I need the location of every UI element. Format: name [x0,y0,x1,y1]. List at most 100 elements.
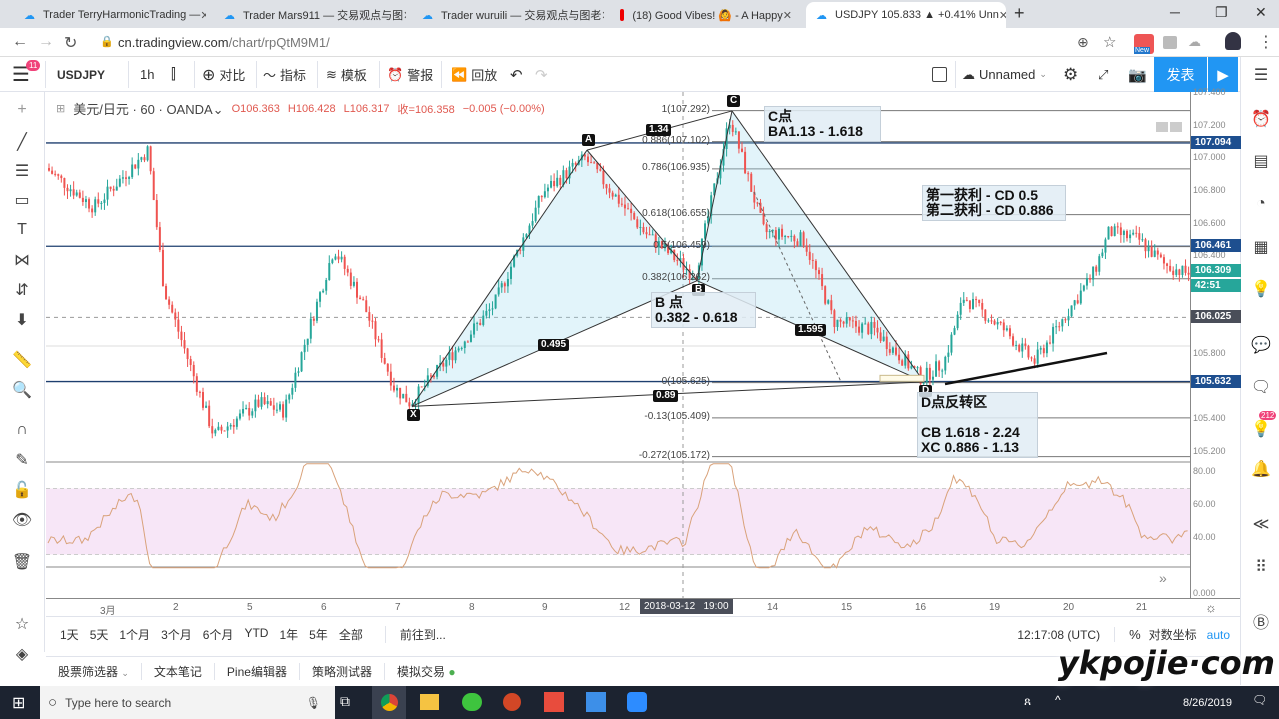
taskbar-search-input[interactable]: ○ Type here to search 🎙 [40,686,335,719]
chats-icon[interactable]: 💬 [1249,333,1273,357]
note-d-reversal-zone[interactable]: D点反转区 CB 1.618 - 2.24 XC 0.886 - 1.13 [917,392,1038,458]
close-tab-icon[interactable]: ✕ [403,9,406,22]
pattern-point-a[interactable]: A [582,134,596,147]
ratio-label-ac[interactable]: 1.34 [646,124,672,136]
new-tab-button[interactable]: + [1014,3,1025,24]
trendline-icon[interactable]: ╱ [10,130,34,154]
range-button[interactable]: 6个月 [203,626,234,643]
prediction-icon[interactable]: ⇵ [10,278,34,302]
pattern-icon[interactable]: ⋈ [10,248,34,272]
cloud-extension-icon[interactable]: ☁ [1188,34,1201,50]
pencil-lock-icon[interactable]: ✎ [10,448,34,472]
favorites-star-icon[interactable]: ☆ [10,612,34,636]
range-button[interactable]: YTD [244,626,268,643]
pattern-point-x[interactable]: X [407,409,420,422]
fib-retracement-icon[interactable]: ☰ [10,159,34,183]
tray-chevron-icon[interactable]: ^ [1055,693,1061,707]
undo-icon[interactable]: ↶ [510,57,523,92]
wechat-icon[interactable] [462,693,482,711]
legend-symbol[interactable]: 美元/日元 · 60 · OANDA⌄ [73,99,223,118]
interval-button[interactable]: 1h [140,57,154,92]
save-layout-button[interactable]: ☁ Unnamed ⌄ [962,57,1047,92]
powerpoint-icon[interactable] [503,693,521,711]
camera-icon[interactable]: 📷 [1128,57,1147,92]
fullscreen-icon[interactable]: ⤢ [1098,57,1108,92]
main-menu-button[interactable]: ☰ 11 [12,57,41,92]
chart-area[interactable]: ⊞ 美元/日元 · 60 · OANDA⌄ O106.363 H106.428 … [46,87,1241,598]
log-scale-toggle[interactable]: 对数坐标 [1149,626,1207,643]
bookmark-star-icon[interactable]: ☆ [1103,33,1116,51]
axis-settings-gear-icon[interactable]: ☼ [1205,600,1217,615]
tab-stock-screener[interactable]: 股票筛选器 ⌄ [46,663,142,680]
url-field[interactable]: cn.tradingview.com/chart/rpQtM9M1/ [118,35,330,50]
crosshair-icon[interactable]: + [10,98,34,122]
pattern-point-c[interactable]: C [727,94,741,107]
goto-date-button[interactable]: 前往到... [384,626,446,643]
text-icon[interactable]: T [10,218,34,242]
order-panel-icon[interactable]: ≪ [1249,512,1273,536]
close-tab-icon[interactable]: ✕ [200,9,206,22]
note-b-point[interactable]: B 点 0.382 - 0.618 [651,292,756,328]
ratio-label-xb[interactable]: 0.495 [538,339,570,351]
time-axis[interactable]: 3月 2 5 6 7 8 9 12 14 15 16 19 20 21 2018-03-12 19:00 [46,598,1240,617]
percent-scale-toggle[interactable]: % [1114,627,1149,642]
windows-start-icon[interactable]: ⊞ [12,693,25,713]
file-explorer-icon[interactable] [420,694,439,710]
zoom-app-icon[interactable] [627,692,647,712]
layout-select-button[interactable] [932,57,947,92]
symbol-search[interactable]: USDJPY [57,57,105,92]
ratio-label-xd[interactable]: 0.89 [653,390,679,402]
range-button[interactable]: 1个月 [119,626,150,643]
extension-icon[interactable]: New [1134,34,1154,54]
dom-icon[interactable]: ⠿ [1249,555,1273,579]
ratio-label-bd[interactable]: 1.595 [795,324,827,336]
layers-icon[interactable]: ◈ [10,642,34,666]
range-button[interactable]: 5天 [90,626,109,643]
pane-controls[interactable] [1156,122,1182,132]
back-icon[interactable]: ← [12,33,28,51]
maximize-button[interactable]: ❐ [1215,4,1228,21]
auto-scale-toggle[interactable]: auto [1207,628,1240,642]
people-icon[interactable]: ጸ [1024,694,1031,709]
ideas-stream-icon[interactable]: 💡 212 [1249,411,1277,441]
bitcoin-stack-icon[interactable]: Ⓑ [1249,609,1273,633]
browser-tab[interactable]: (18) Good Vibes! 🙆 - A Happy ✕ [610,2,802,28]
utc-clock[interactable]: 12:17:08 (UTC) [1017,628,1114,642]
forward-icon[interactable]: → [38,33,54,51]
taskbar-chrome[interactable] [372,686,406,719]
replay-button[interactable]: ⏪ 回放 [451,57,497,92]
browser-menu-icon[interactable]: ⋮ [1258,32,1274,52]
watchlist-icon[interactable]: ☰ [1249,63,1273,87]
hotlist-icon[interactable]: ◔ [1249,192,1273,216]
alarm-clock-icon[interactable]: ⏰ [1249,107,1273,131]
range-button[interactable]: 全部 [339,626,363,643]
arrow-down-icon[interactable]: ⬇ [10,308,34,332]
range-button[interactable]: 5年 [309,626,328,643]
note-c-point[interactable]: C点 BA1.13 - 1.618 [764,106,881,142]
data-window-icon[interactable]: ▤ [1249,149,1273,173]
price-axis[interactable]: 107.400 107.200 107.000 106.800 106.600 106.4… [1190,87,1241,598]
range-button[interactable]: 3个月 [161,626,192,643]
app-s-red-icon[interactable] [544,692,564,712]
calendar-icon[interactable]: ▦ [1249,235,1273,259]
close-tab-icon[interactable]: ✕ [999,9,1006,22]
close-tab-icon[interactable]: ✕ [601,9,604,22]
templates-button[interactable]: ≋ 模板 [326,57,367,92]
alert-button[interactable]: ⏰ 警报 [387,57,433,92]
close-tab-icon[interactable]: ✕ [783,9,792,22]
browser-tab[interactable]: ☁Trader Mars911 — 交易观点与图✕ [214,2,406,28]
zoom-in-icon[interactable]: 🔍 [10,378,34,402]
app-s-blue-icon[interactable] [586,692,606,712]
code-extension-icon[interactable] [1163,36,1177,49]
trash-icon[interactable]: 🗑 [10,550,34,574]
action-center-icon[interactable]: 🗨 [1252,693,1267,707]
eye-icon[interactable]: 👁 [10,508,34,532]
lock-icon[interactable]: 🔓 [10,478,34,502]
browser-tab[interactable]: ☁Trader wuruili — 交易观点与图老✕ [412,2,604,28]
rectangle-icon[interactable]: ▭ [10,188,34,212]
lightbulb-icon[interactable]: 💡 [1249,277,1273,301]
tab-text-notes[interactable]: 文本笔记 [142,663,215,680]
chat-icon[interactable]: 🗨 [1249,375,1273,399]
ruler-icon[interactable]: 📏 [10,348,34,372]
redo-icon[interactable]: ↷ [535,57,548,92]
